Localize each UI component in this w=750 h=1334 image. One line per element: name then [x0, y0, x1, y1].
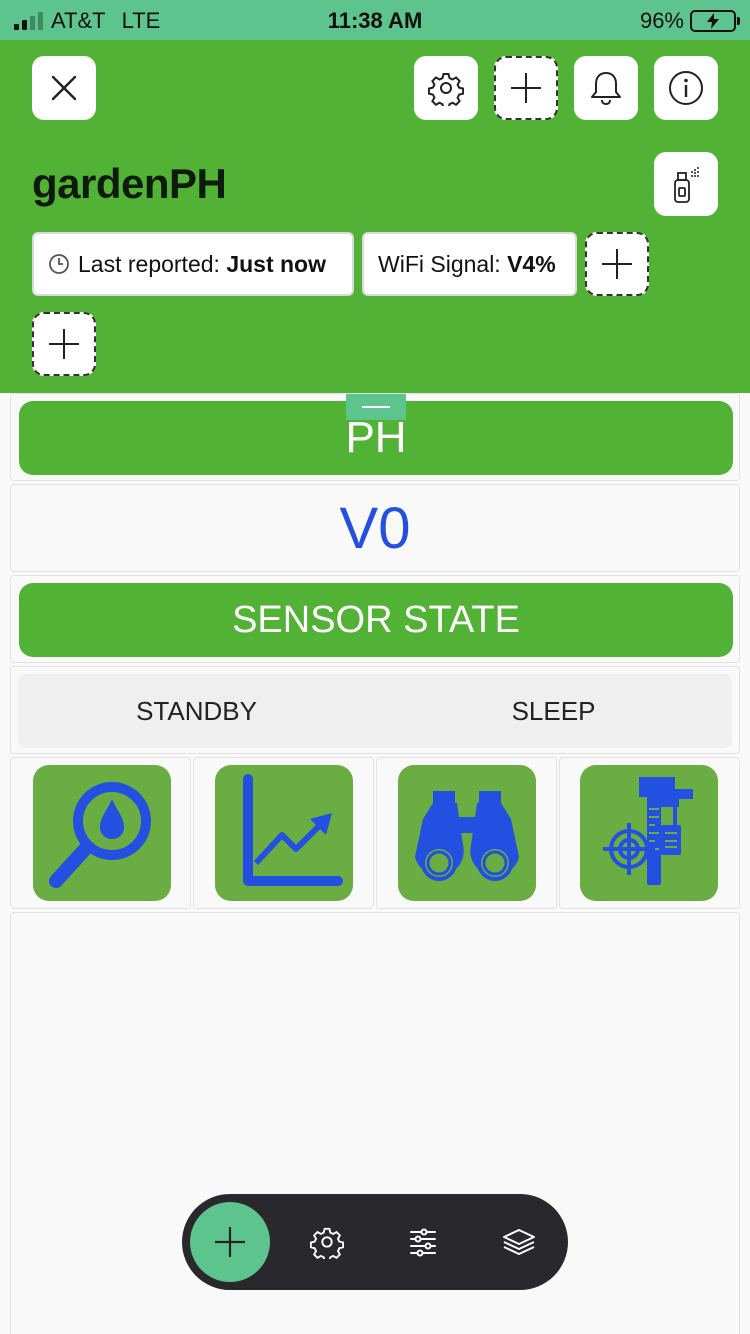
notifications-button[interactable]: [574, 56, 638, 120]
segment-sleep[interactable]: SLEEP: [375, 674, 732, 748]
handle-line: [362, 406, 390, 408]
plus-icon: [602, 249, 632, 279]
settings-button[interactable]: [414, 56, 478, 120]
binoculars-button[interactable]: [398, 765, 536, 901]
wifi-signal-chip[interactable]: WiFi Signal: V4%: [362, 232, 577, 296]
add-header-button[interactable]: [494, 56, 558, 120]
wifi-label: WiFi Signal:: [378, 250, 501, 277]
last-reported-value: Just now: [226, 250, 326, 277]
magnifier-button[interactable]: [33, 765, 171, 901]
sliders-icon: [410, 1228, 436, 1257]
drag-handle[interactable]: [346, 394, 406, 420]
wifi-value: V4%: [507, 250, 556, 277]
info-icon: [669, 71, 703, 105]
spray-bottle-icon: [674, 167, 699, 203]
bottom-toolbar: [182, 1194, 568, 1290]
layers-icon: [503, 1229, 535, 1255]
toolbar-datastreams-button[interactable]: [403, 1222, 443, 1262]
close-button[interactable]: [32, 56, 96, 120]
status-bar: AT&T LTE 11:38 AM 96%: [0, 0, 750, 40]
toolbar-layers-button[interactable]: [499, 1222, 539, 1262]
plus-icon: [215, 1227, 245, 1257]
info-button[interactable]: [654, 56, 718, 120]
segment-standby[interactable]: STANDBY: [18, 674, 375, 748]
last-reported-label: Last reported:: [78, 250, 220, 277]
toolbar-settings-button[interactable]: [307, 1222, 347, 1262]
gear-icon: [428, 73, 464, 106]
battery-charging-icon: [690, 10, 740, 32]
device-type-button[interactable]: [654, 152, 718, 216]
sensor-state-tile: SENSOR STATE: [10, 575, 740, 663]
add-chip-button[interactable]: [585, 232, 649, 296]
gear-icon: [310, 1227, 344, 1259]
plus-icon: [49, 329, 79, 359]
value-display: V0: [339, 495, 411, 561]
add-widget-button[interactable]: [190, 1202, 270, 1282]
close-icon: [51, 75, 77, 101]
device-header: gardenPH Last reported: Just now WiFi Si…: [0, 40, 750, 393]
magnifier-drop-icon: [49, 782, 151, 888]
status-right: 96%: [639, 8, 740, 34]
clock-icon: [49, 254, 69, 274]
caliper-button[interactable]: [580, 765, 718, 901]
sensor-state-button[interactable]: SENSOR STATE: [19, 583, 733, 657]
plus-icon: [511, 73, 541, 103]
value-display-tile: V0: [10, 484, 740, 572]
clock: 11:38 AM: [327, 8, 423, 33]
trend-chart-icon: [243, 774, 343, 886]
chart-button[interactable]: [215, 765, 353, 901]
mode-segmented-switch: STANDBY SLEEP: [18, 674, 732, 748]
bell-icon: [591, 72, 621, 106]
ph-widget-tile: PH: [10, 393, 740, 481]
battery-percent: 96%: [639, 8, 684, 33]
last-reported-chip[interactable]: Last reported: Just now: [32, 232, 354, 296]
device-title: gardenPH: [32, 160, 227, 207]
add-datastream-button[interactable]: [32, 312, 96, 376]
binoculars-icon: [415, 791, 519, 881]
caliper-target-icon: [603, 777, 693, 885]
